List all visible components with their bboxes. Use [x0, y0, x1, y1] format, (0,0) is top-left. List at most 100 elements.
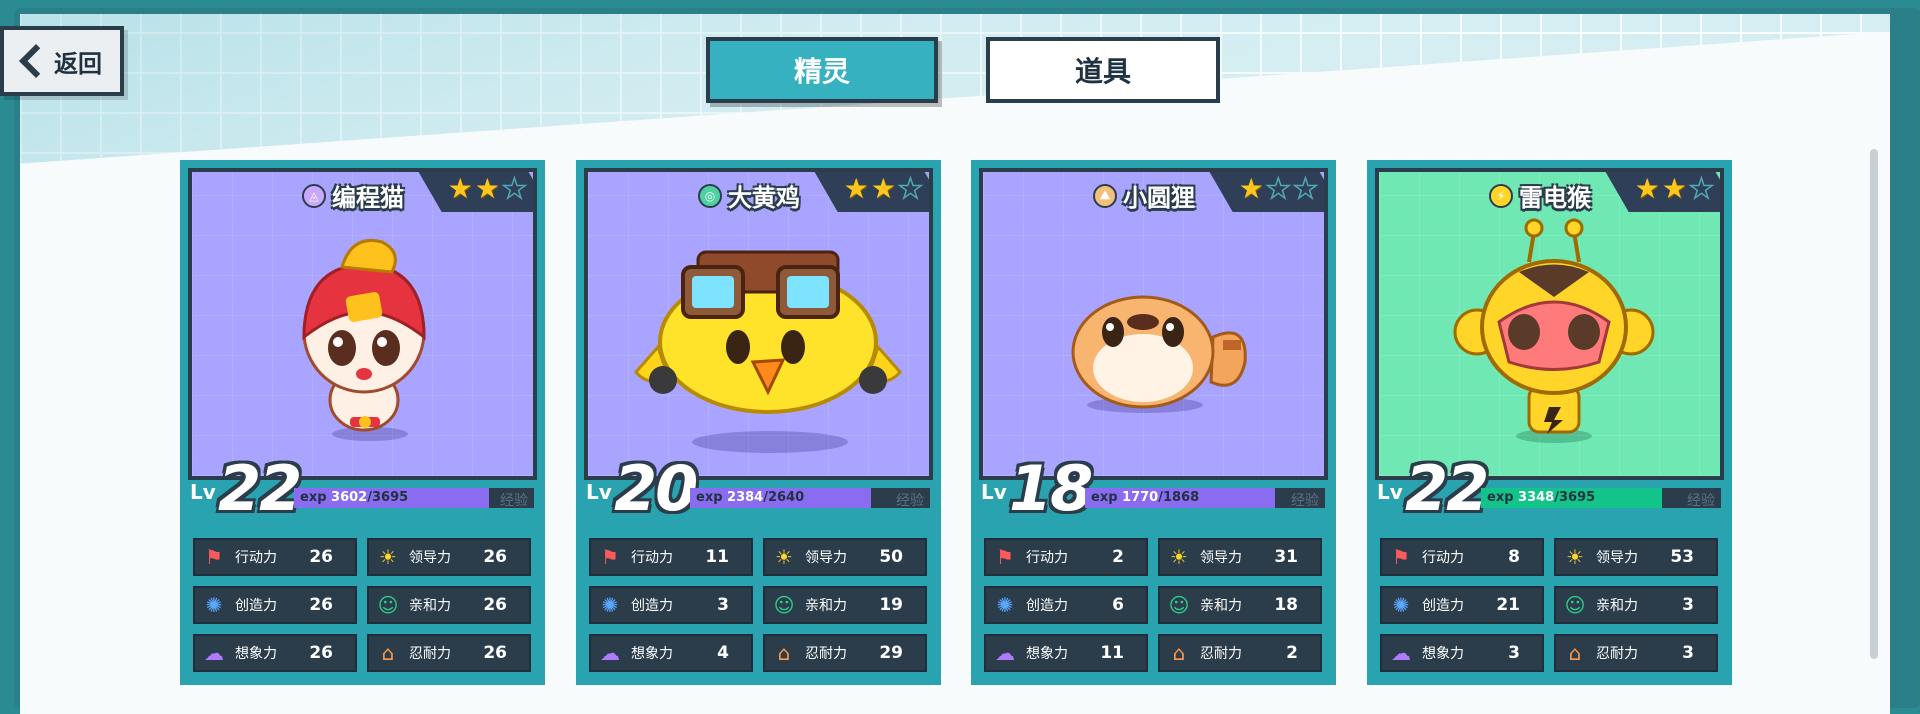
stat-value: 31	[1274, 547, 1298, 567]
stat-label: 想象力	[235, 646, 277, 662]
spirit-name-text: 雷电猴	[1519, 184, 1591, 212]
stat-value: 2	[1112, 547, 1124, 567]
stat-label: 领导力	[409, 550, 451, 566]
spirit-name: ⚡ 雷电猴	[1489, 178, 1591, 213]
level-label: Lv	[190, 480, 216, 504]
stat-box: ☁ 想象力 11	[984, 634, 1148, 672]
stat-value: 3	[1508, 643, 1520, 663]
brain-icon: ☁	[995, 641, 1015, 665]
stat-value: 26	[483, 595, 507, 615]
stat-box: ⚑ 行动力 8	[1380, 538, 1544, 576]
brain-icon: ☁	[600, 641, 620, 665]
sun-crown-icon: ☀	[379, 545, 397, 569]
stat-label: 领导力	[1596, 550, 1638, 566]
exp-total: /2640	[763, 490, 805, 505]
stat-value: 26	[309, 547, 333, 567]
stat-box: ☀ 领导力 26	[367, 538, 531, 576]
scrollbar[interactable]	[1870, 149, 1878, 659]
lightbulb-icon: ✺	[996, 593, 1014, 617]
exp-current: 3348	[1518, 490, 1555, 505]
exp-text: exp 3348/3695	[1487, 490, 1595, 505]
stat-label: 行动力	[235, 550, 277, 566]
level-number: 22	[1405, 452, 1489, 525]
stat-label: 创造力	[1422, 598, 1464, 614]
spirit-name: ◎ 大黄鸡	[698, 178, 800, 213]
stat-label: 想象力	[1422, 646, 1464, 662]
lightbulb-icon: ✺	[601, 593, 619, 617]
card-portrait: ★ ★ ★ ⚡ 雷电猴	[1375, 168, 1724, 480]
creature-image	[1071, 295, 1247, 413]
stat-label: 忍耐力	[409, 646, 451, 662]
star-rating: ★ ★ ★	[844, 172, 924, 205]
shield-icon: ⌂	[1172, 641, 1186, 665]
stat-box: ✺ 创造力 3	[589, 586, 753, 624]
tab-spirits[interactable]: 精灵	[706, 37, 938, 103]
stat-box: ✺ 创造力 21	[1380, 586, 1544, 624]
exp-word: 经验	[896, 493, 924, 509]
exp-text: exp 1770/1868	[1091, 490, 1199, 505]
tab-items[interactable]: 道具	[986, 37, 1220, 103]
stat-label: 想象力	[631, 646, 673, 662]
level-number: 18	[1009, 452, 1093, 525]
stat-value: 26	[483, 547, 507, 567]
stat-value: 4	[717, 643, 729, 663]
stat-value: 11	[705, 547, 729, 567]
brain-icon: ☁	[1391, 641, 1411, 665]
spirit-card[interactable]: ★ ★ ★ ◎ 大黄鸡 Lv 20 exp 2384/2640 经验 ⚑ 行动力 1…	[576, 160, 941, 685]
spirit-card[interactable]: ★ ★ ★ ⚡ 雷电猴 Lv 22 exp 3348/3695 经验 ⚑ 行动力 8…	[1367, 160, 1732, 685]
stat-box: ☁ 想象力 3	[1380, 634, 1544, 672]
back-button[interactable]: 返回	[0, 26, 124, 96]
exp-word: 经验	[1687, 493, 1715, 509]
creature-image	[634, 250, 902, 453]
stat-label: 亲和力	[805, 598, 847, 614]
stat-value: 11	[1100, 643, 1124, 663]
spirit-card[interactable]: ★ ★ ★ ◬ 编程猫 Lv 22 exp 3602/3695 经验 ⚑ 行动力 2…	[180, 160, 545, 685]
stat-label: 行动力	[631, 550, 673, 566]
exp-bar: exp 3602/3695 经验	[294, 488, 534, 509]
stat-box: ⌂ 忍耐力 26	[367, 634, 531, 672]
spirit-name: ◬ 编程猫	[302, 178, 404, 213]
star-icon: ★	[1292, 172, 1319, 205]
stat-value: 6	[1112, 595, 1124, 615]
stat-value: 26	[309, 643, 333, 663]
creature-image	[1453, 218, 1655, 443]
sun-crown-icon: ☀	[775, 545, 793, 569]
stat-box: ☁ 想象力 4	[589, 634, 753, 672]
stat-box: ✺ 创造力 6	[984, 586, 1148, 624]
shield-icon: ⌂	[1568, 641, 1582, 665]
level-row: Lv 20 exp 2384/2640 经验	[584, 452, 933, 525]
level-label: Lv	[981, 480, 1007, 504]
back-label: 返回	[54, 49, 102, 78]
star-icon: ★	[897, 172, 924, 205]
stat-box: ⚑ 行动力 2	[984, 538, 1148, 576]
star-icon: ★	[1661, 172, 1687, 205]
stat-box: ✺ 创造力 26	[193, 586, 357, 624]
stat-value: 26	[483, 643, 507, 663]
flag-icon: ⚑	[996, 545, 1014, 569]
stat-box: ☺ 亲和力 18	[1158, 586, 1322, 624]
exp-text: exp 3602/3695	[300, 490, 408, 505]
stat-box: ⌂ 忍耐力 3	[1554, 634, 1718, 672]
stat-value: 26	[309, 595, 333, 615]
exp-current: 3602	[331, 490, 368, 505]
spirit-card[interactable]: ★ ★ ★ ⛰ 小圆狸 Lv 18 exp 1770/1868 经验 ⚑ 行动力 2…	[971, 160, 1336, 685]
stat-value: 3	[1682, 595, 1694, 615]
stat-value: 53	[1670, 547, 1694, 567]
stat-label: 忍耐力	[1200, 646, 1242, 662]
stat-value: 19	[879, 595, 903, 615]
level-label: Lv	[1377, 480, 1403, 504]
stat-label: 创造力	[235, 598, 277, 614]
element-icon: ⚡	[1489, 183, 1513, 208]
sun-crown-icon: ☀	[1566, 545, 1584, 569]
stat-label: 亲和力	[1200, 598, 1242, 614]
exp-prefix: exp	[1091, 490, 1118, 505]
card-portrait: ★ ★ ★ ⛰ 小圆狸	[979, 168, 1328, 480]
heart-person-icon: ☺	[1168, 593, 1190, 617]
stat-value: 18	[1274, 595, 1298, 615]
flag-icon: ⚑	[1392, 545, 1410, 569]
exp-total: /3695	[1554, 490, 1596, 505]
level-label: Lv	[586, 480, 612, 504]
star-rating: ★ ★ ★	[1635, 172, 1715, 205]
spirit-name-text: 大黄鸡	[728, 184, 800, 212]
stat-box: ☀ 领导力 53	[1554, 538, 1718, 576]
